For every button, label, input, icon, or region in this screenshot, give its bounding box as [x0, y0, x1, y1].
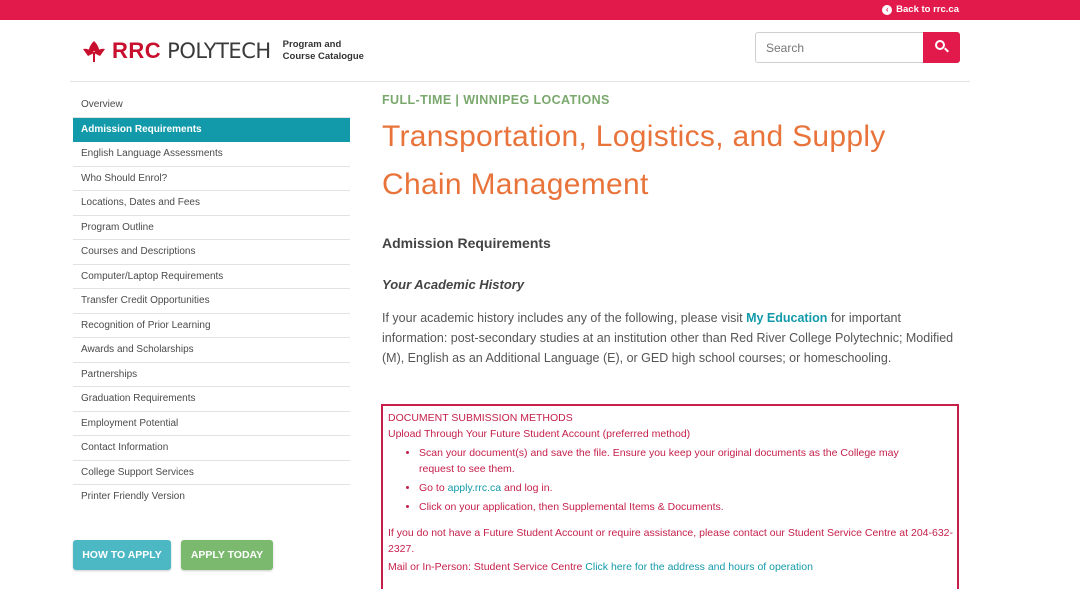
list-item: Scan your document(s) and save the file.…: [419, 445, 953, 477]
program-eyebrow: FULL-TIME | WINNIPEG LOCATIONS: [382, 93, 610, 107]
sidebar-item-awards-scholarships[interactable]: Awards and Scholarships: [73, 338, 350, 363]
sidebar-item-partnerships[interactable]: Partnerships: [73, 363, 350, 387]
logo-subtitle-line1: Program and: [282, 39, 342, 50]
sidebar-item-english-language-assessments[interactable]: English Language Assessments: [73, 142, 350, 167]
sidebar-item-employment-potential[interactable]: Employment Potential: [73, 412, 350, 436]
sidebar-item-college-support-services[interactable]: College Support Services: [73, 461, 350, 485]
subheading-academic-history: Your Academic History: [382, 277, 525, 292]
sidebar-item-courses-descriptions[interactable]: Courses and Descriptions: [73, 240, 350, 265]
page-title-line2: Chain Management: [382, 168, 649, 201]
sidebar-item-locations-dates-fees[interactable]: Locations, Dates and Fees: [73, 191, 350, 216]
list-item: Go to apply.rrc.ca and log in.: [419, 480, 953, 496]
page-title: Transportation, Logistics, and Supply Ch…: [382, 113, 962, 209]
apply-today-button[interactable]: APPLY TODAY: [181, 540, 273, 570]
sidebar-item-prior-learning[interactable]: Recognition of Prior Learning: [73, 314, 350, 338]
document-submission-box: DOCUMENT SUBMISSION METHODS Upload Throu…: [381, 404, 959, 589]
logo-subtitle-line2: Course Catalogue: [282, 51, 364, 62]
logo-polytech-text: POLYTECH: [167, 39, 271, 63]
doc-steps-list: Scan your document(s) and save the file.…: [419, 445, 953, 515]
sidebar-item-transfer-credit[interactable]: Transfer Credit Opportunities: [73, 289, 350, 314]
address-hours-link[interactable]: Click here for the address and hours of …: [585, 561, 813, 573]
back-link-label: Back to rrc.ca: [896, 4, 959, 15]
rrc-logo[interactable]: RRC POLYTECH Program and Course Catalogu…: [80, 37, 364, 65]
header-divider: [70, 81, 970, 82]
page-title-line1: Transportation, Logistics, and Supply: [382, 120, 886, 153]
main-content: FULL-TIME | WINNIPEG LOCATIONS Transport…: [382, 93, 962, 368]
sidebar-item-who-should-enrol[interactable]: Who Should Enrol?: [73, 167, 350, 191]
academic-history-paragraph: If your academic history includes any of…: [382, 311, 954, 365]
top-bar: ‹ Back to rrc.ca: [0, 0, 1080, 20]
sidebar-item-printer-friendly[interactable]: Printer Friendly Version: [73, 485, 350, 510]
sidebar-item-overview[interactable]: Overview: [73, 93, 350, 118]
my-education-link[interactable]: My Education: [746, 311, 827, 325]
doc-box-subtitle: Upload Through Your Future Student Accou…: [388, 428, 691, 440]
logo-subtitle: Program and Course Catalogue: [283, 39, 364, 63]
how-to-apply-button[interactable]: HOW TO APPLY: [73, 540, 171, 570]
logo-rrc-text: RRC: [112, 38, 162, 63]
section-heading: Admission Requirements: [382, 235, 551, 251]
search-button[interactable]: [923, 32, 960, 63]
program-sidebar-nav: Overview Admission Requirements English …: [73, 93, 350, 510]
sidebar-item-contact-information[interactable]: Contact Information: [73, 436, 350, 461]
sidebar-item-graduation-requirements[interactable]: Graduation Requirements: [73, 387, 350, 412]
search-form: [755, 32, 960, 63]
doc-mail-line: Mail or In-Person: Student Service Centr…: [388, 561, 813, 573]
sidebar-item-program-outline[interactable]: Program Outline: [73, 216, 350, 240]
doc-assistance-text: If you do not have a Future Student Acco…: [388, 527, 954, 555]
arrow-left-circle-icon: ‹: [882, 4, 893, 15]
back-to-rrc-link[interactable]: ‹ Back to rrc.ca: [882, 4, 959, 15]
doc-box-title: DOCUMENT SUBMISSION METHODS: [388, 412, 573, 424]
search-input[interactable]: [755, 32, 923, 63]
rrc-leaf-logo-icon: [83, 41, 105, 62]
sidebar-item-computer-laptop-requirements[interactable]: Computer/Laptop Requirements: [73, 265, 350, 289]
apply-rrc-link[interactable]: apply.rrc.ca: [448, 482, 502, 494]
sidebar-item-admission-requirements[interactable]: Admission Requirements: [73, 117, 350, 142]
list-item: Click on your application, then Suppleme…: [419, 499, 953, 515]
site-header: RRC POLYTECH Program and Course Catalogu…: [0, 20, 1080, 82]
